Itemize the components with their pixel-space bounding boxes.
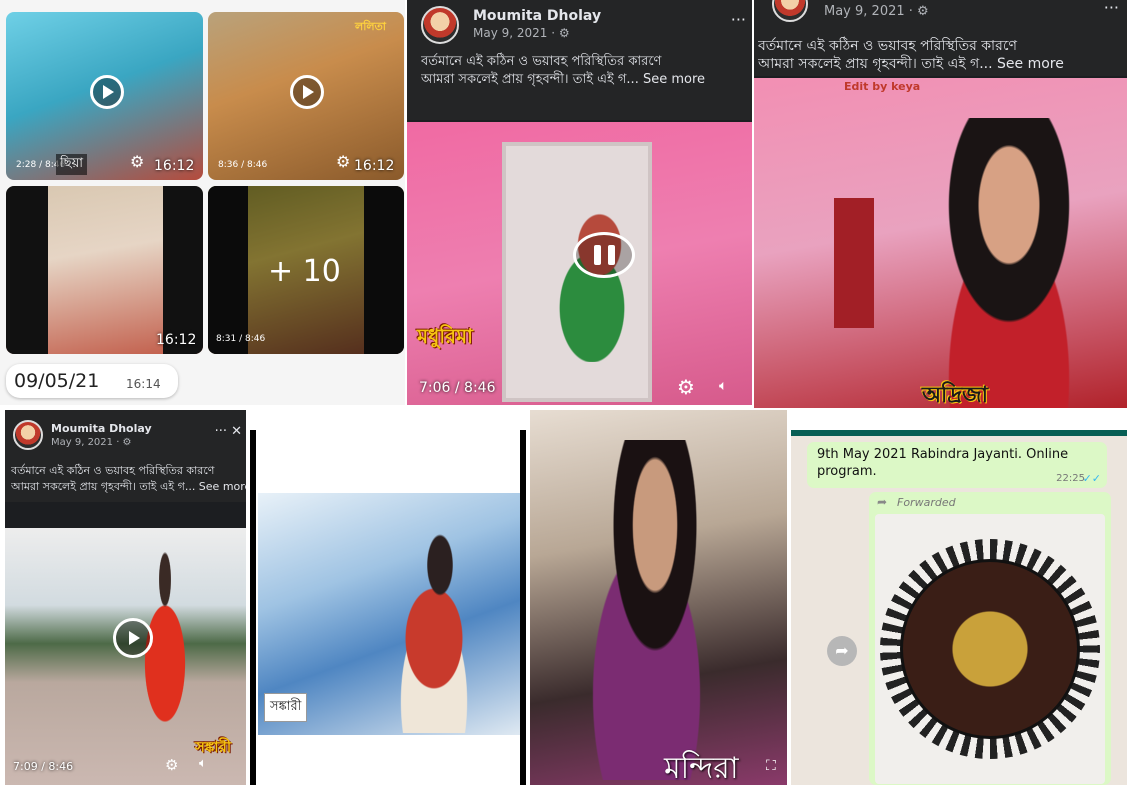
more-close-icon[interactable]: ··· ✕ xyxy=(215,424,242,439)
video-player[interactable]: মধুরিমা 7:06 / 8:46 ⚙ 🔈︎ xyxy=(407,122,752,405)
gallery-panel: 2:28 / 8:46 ছিয়া ⚙ 16:12 ললিতা 8:36 / 8… xyxy=(0,0,405,405)
forwarded-image-bubble[interactable]: ➦ Forwarded xyxy=(869,492,1111,785)
gallery-tile-3[interactable]: 16:12 xyxy=(6,186,203,354)
post-header: Moumita Dholay May 9, 2021 · ⚙ ··· বর্তম… xyxy=(407,0,752,120)
fb-post-top: Moumita Dholay May 9, 2021 · ⚙ ··· বর্তম… xyxy=(407,0,752,405)
whatsapp-header-bar xyxy=(791,430,1127,436)
black-side-bar xyxy=(520,430,526,785)
fullscreen-icon[interactable]: ⛶ xyxy=(766,758,776,774)
video-progress: 7:06 / 8:46 xyxy=(419,380,496,396)
date-time-chip: 09/05/21 16:14 xyxy=(6,364,178,398)
play-icon[interactable] xyxy=(113,618,153,658)
dancer-figure xyxy=(368,523,488,733)
edit-credit: Edit by keya xyxy=(844,80,921,93)
singer-figure xyxy=(570,440,740,780)
video-player[interactable]: সঙ্কারী 7:09 / 8:46 ⚙ 🔈︎ xyxy=(5,528,246,785)
singer-figure xyxy=(904,118,1114,408)
tile-duration: 16:12 xyxy=(154,158,195,174)
post-header: May 9, 2021 · ⚙ ··· বর্তমানে এই কঠিন ও ভ… xyxy=(754,0,1127,76)
share-icon[interactable]: ➦ xyxy=(827,636,857,666)
gear-icon[interactable]: ⚙ xyxy=(130,152,144,171)
gallery-tile-2[interactable]: ললিতা 8:36 / 8:46 ⚙ 16:12 xyxy=(208,12,404,180)
double-tick-icon: ✓✓ xyxy=(1082,472,1101,485)
more-count[interactable]: + 10 xyxy=(268,254,341,289)
video-progress: 7:09 / 8:46 xyxy=(13,760,74,773)
play-icon[interactable] xyxy=(290,75,324,109)
play-icon[interactable] xyxy=(90,75,124,109)
more-icon[interactable]: ··· xyxy=(731,10,746,29)
avatar[interactable] xyxy=(421,6,459,44)
tile-progress: 8:31 / 8:46 xyxy=(216,334,266,344)
video-player[interactable]: Edit by keya অদ্রিজা xyxy=(754,78,1127,408)
mandala-art[interactable] xyxy=(875,514,1105,784)
tile-duration: 16:12 xyxy=(156,332,197,348)
post-date: May 9, 2021 · ⚙ xyxy=(824,4,929,19)
post-date: May 9, 2021 · ⚙ xyxy=(473,26,570,40)
avatar[interactable] xyxy=(772,0,808,22)
photo-caption: সঙ্কারী xyxy=(264,693,308,722)
tile-progress: 8:36 / 8:46 xyxy=(218,160,268,170)
photo-sky-panel: সঙ্কারী xyxy=(250,430,526,785)
window-curtain xyxy=(834,198,874,328)
whatsapp-panel: 9th May 2021 Rabindra Jayanti. Online pr… xyxy=(791,430,1127,785)
forwarded-label: Forwarded xyxy=(897,496,956,509)
gear-icon[interactable]: ⚙ xyxy=(677,375,695,399)
more-icon[interactable]: ··· xyxy=(1104,0,1119,17)
pause-icon[interactable] xyxy=(573,232,635,278)
gallery-tile-1[interactable]: 2:28 / 8:46 ছিয়া ⚙ 16:12 xyxy=(6,12,203,180)
black-side-bar xyxy=(250,430,256,785)
date-text: 09/05/21 xyxy=(14,370,100,392)
tile-duration: 16:12 xyxy=(354,158,395,174)
avatar[interactable] xyxy=(13,420,43,450)
volume-icon[interactable]: 🔈︎ xyxy=(199,756,207,771)
video-caption: অদ্রিজা xyxy=(922,383,989,408)
message-time: 22:25 xyxy=(1056,473,1085,484)
black-side-bar xyxy=(6,186,48,354)
message-text: 9th May 2021 Rabindra Jayanti. Online pr… xyxy=(817,447,1069,479)
mandala-center xyxy=(900,559,1080,739)
photo-caption: মন্দিরা xyxy=(664,751,739,785)
post-text-line2: আমরা সকলেই প্রায় গৃহবন্দী। তাই এই গ... … xyxy=(758,56,1064,72)
time-text: 16:14 xyxy=(126,377,161,391)
message-bubble[interactable]: 9th May 2021 Rabindra Jayanti. Online pr… xyxy=(807,442,1107,488)
post-date: May 9, 2021 · ⚙ xyxy=(51,437,132,448)
volume-icon[interactable]: 🔈︎ xyxy=(719,378,727,394)
tile-name-label: ছিয়া xyxy=(56,154,88,175)
author-name[interactable]: Moumita Dholay xyxy=(51,422,152,435)
gear-icon[interactable]: ⚙ xyxy=(165,756,178,774)
post-header: Moumita Dholay May 9, 2021 · ⚙ ··· ✕ বর্… xyxy=(5,410,246,502)
photo-indoor-panel[interactable]: মন্দিরা ⛶ xyxy=(530,410,787,785)
gallery-tile-4[interactable]: + 10 8:31 / 8:46 xyxy=(208,186,404,354)
fb-post-bottom: Moumita Dholay May 9, 2021 · ⚙ ··· ✕ বর্… xyxy=(5,410,246,785)
post-text-line2: আমরা সকলেই প্রায় গৃহবন্দী। তাই এই গ... … xyxy=(421,72,706,87)
video-caption: মধুরিমা xyxy=(417,324,473,348)
gear-icon[interactable]: ⚙ xyxy=(336,152,350,171)
post-text-line2: আমরা সকলেই প্রায় গৃহবন্দী। তাই এই গ... … xyxy=(11,480,246,493)
fb-post-right: May 9, 2021 · ⚙ ··· বর্তমানে এই কঠিন ও ভ… xyxy=(754,0,1127,408)
author-name[interactable]: Moumita Dholay xyxy=(473,8,601,24)
tile-name-label: ললিতা xyxy=(355,20,386,33)
sky-photo: সঙ্কারী xyxy=(258,493,520,735)
black-side-bar xyxy=(163,186,203,354)
forward-arrow-icon: ➦ xyxy=(877,495,888,509)
